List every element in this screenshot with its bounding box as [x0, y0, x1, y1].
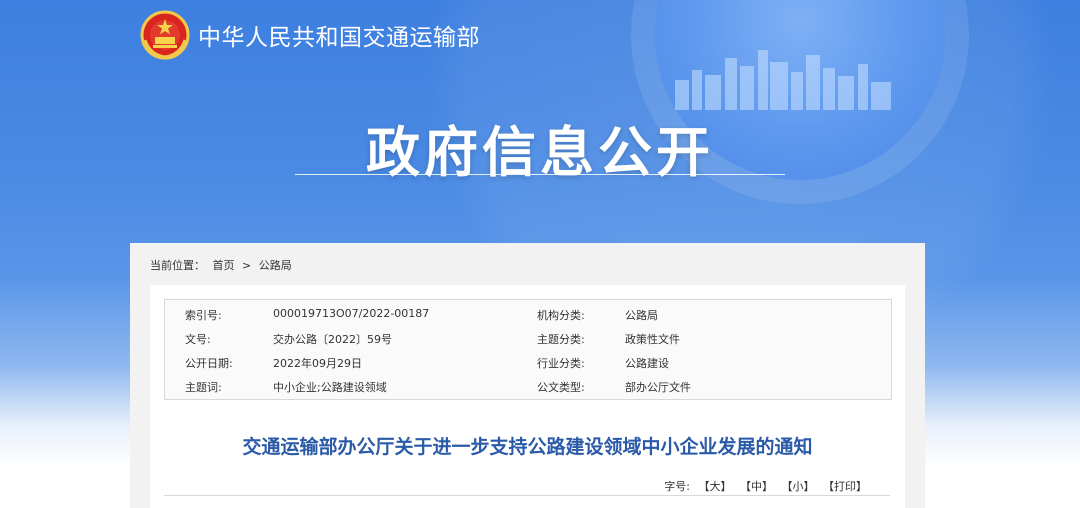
metadata-table: 索引号: 000019713O07/2022-00187 机构分类: 公路局 文…: [164, 299, 892, 400]
title-divider: [295, 174, 785, 175]
meta-type-label: 公文类型:: [537, 381, 585, 394]
meta-industry-label: 行业分类:: [537, 357, 585, 370]
breadcrumb-prefix: 当前位置：: [150, 259, 205, 272]
content-panel: 当前位置： 首页 > 公路局 索引号: 000019713O07/2022-00…: [130, 243, 925, 508]
font-size-label: 字号:: [664, 480, 690, 493]
breadcrumb-current-link[interactable]: 公路局: [259, 259, 292, 272]
font-medium-button[interactable]: 【中】: [740, 480, 773, 493]
meta-org-label: 机构分类:: [537, 309, 585, 322]
meta-type-value: 部办公厅文件: [625, 381, 691, 394]
meta-industry-value: 公路建设: [625, 357, 669, 370]
ministry-name[interactable]: 中华人民共和国交通运输部: [198, 18, 480, 52]
meta-date-value: 2022年09月29日: [273, 357, 362, 370]
meta-keywords-value: 中小企业;公路建设领域: [273, 381, 387, 394]
meta-theme-label: 主题分类:: [537, 333, 585, 346]
banner-title: 政府信息公开: [366, 121, 714, 184]
national-emblem-icon: [140, 10, 190, 60]
print-button[interactable]: 【打印】: [823, 480, 867, 493]
breadcrumb-separator: >: [242, 259, 252, 272]
document-title: 交通运输部办公厅关于进一步支持公路建设领域中小企业发展的通知: [242, 436, 813, 458]
font-size-controls: 字号: 【大】 【中】 【小】 【打印】: [664, 478, 867, 494]
meta-docno-value: 交办公路〔2022〕59号: [273, 333, 392, 346]
city-skyline-icon: [675, 50, 891, 110]
meta-org-value: 公路局: [625, 309, 658, 322]
font-large-button[interactable]: 【大】: [699, 480, 732, 493]
content-divider: [164, 495, 890, 496]
meta-theme-value: 政策性文件: [625, 333, 680, 346]
breadcrumb: 当前位置： 首页 > 公路局: [150, 257, 296, 273]
meta-date-label: 公开日期:: [185, 357, 233, 370]
meta-index-value: 000019713O07/2022-00187: [273, 307, 430, 320]
font-small-button[interactable]: 【小】: [782, 480, 815, 493]
breadcrumb-home-link[interactable]: 首页: [213, 259, 235, 272]
meta-keywords-label: 主题词:: [185, 381, 222, 394]
meta-index-label: 索引号:: [185, 309, 222, 322]
meta-docno-label: 文号:: [185, 333, 211, 346]
document-card: 索引号: 000019713O07/2022-00187 机构分类: 公路局 文…: [150, 285, 905, 508]
